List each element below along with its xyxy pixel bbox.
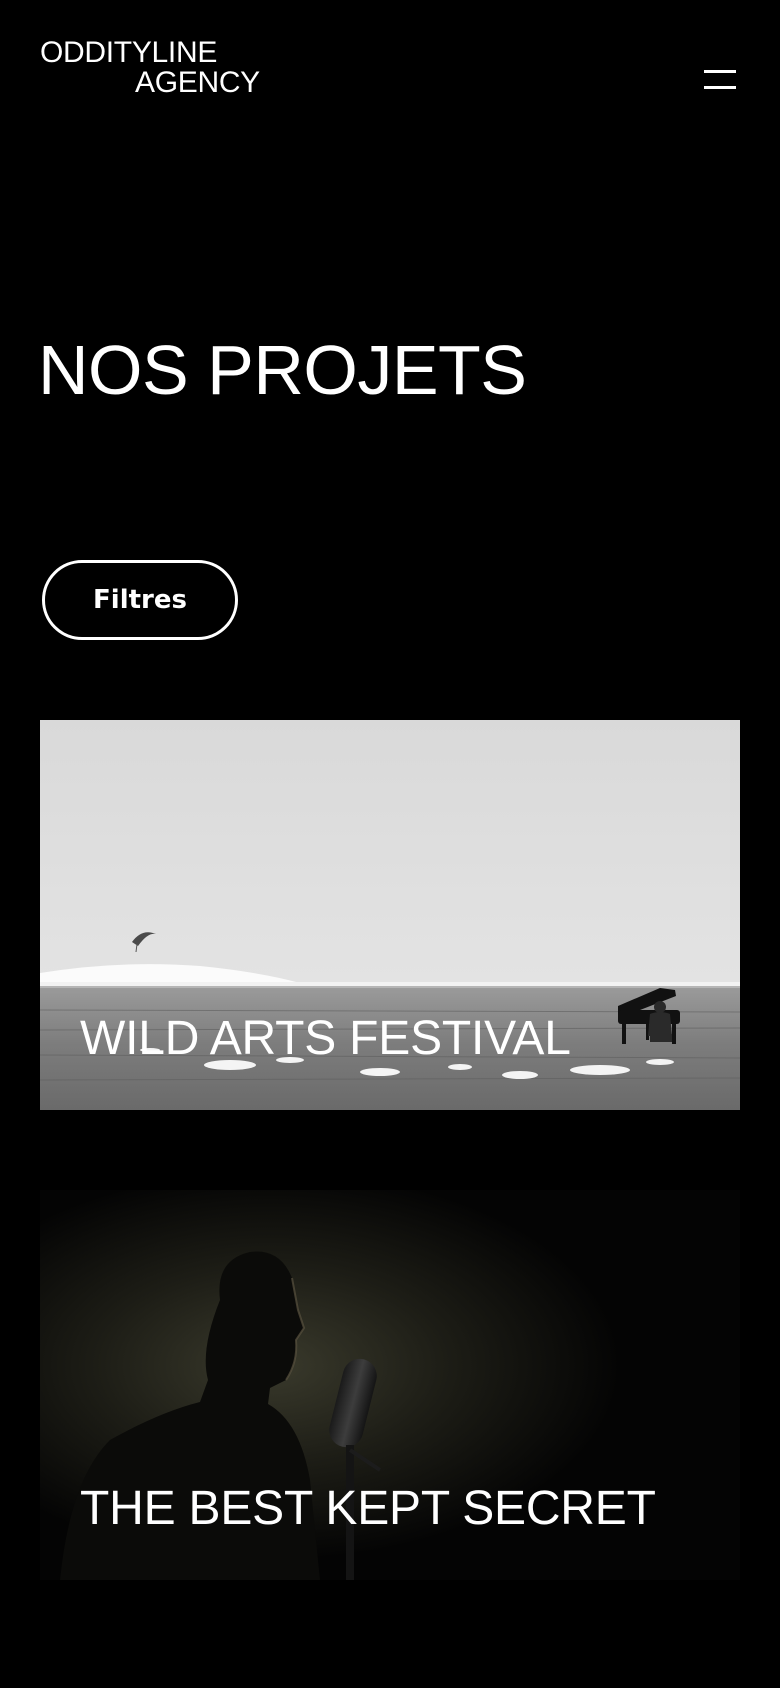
menu-bar-top <box>704 70 736 73</box>
hamburger-menu-icon[interactable] <box>700 66 738 94</box>
logo-line-1: ODDITYLINE <box>40 36 218 69</box>
page-title: NOS PROJETS <box>38 331 527 409</box>
project-card-best-kept-secret[interactable]: THE BEST KEPT SECRET <box>40 1190 740 1580</box>
filters-button[interactable]: Filtres <box>42 560 238 640</box>
project-title: THE BEST KEPT SECRET <box>80 1482 656 1535</box>
agency-logo[interactable]: ODDITYLINE AGENCY <box>40 38 270 98</box>
project-card-wild-arts-festival[interactable]: WILD ARTS FESTIVAL <box>40 720 740 1110</box>
project-title: WILD ARTS FESTIVAL <box>80 1012 571 1065</box>
menu-bar-bottom <box>704 86 736 89</box>
logo-line-2: AGENCY <box>135 66 260 99</box>
